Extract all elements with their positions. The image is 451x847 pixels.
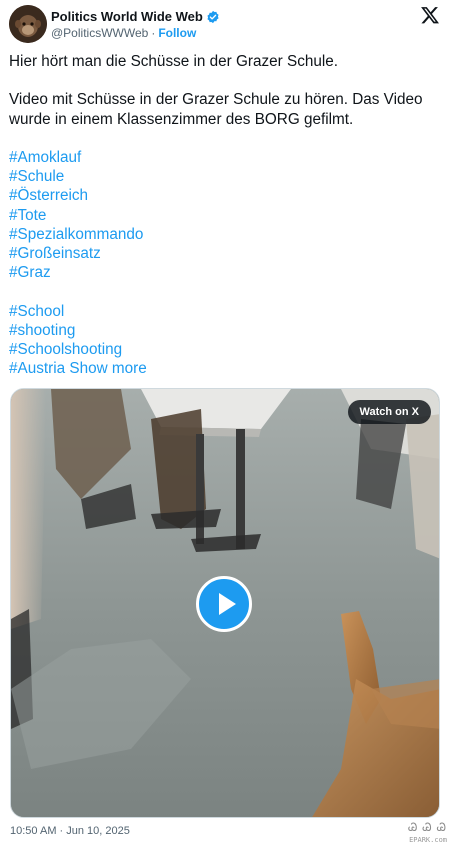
display-name[interactable]: Politics World Wide Web (51, 9, 203, 24)
tweet-header: Politics World Wide Web @PoliticsWWWeb ·… (9, 5, 442, 45)
watch-on-x-button[interactable]: Watch on X (347, 400, 431, 424)
hashtag-link[interactable]: #Tote (9, 206, 441, 225)
hashtag-link[interactable]: #Österreich (9, 186, 441, 205)
watermark-text: EPARK.com (409, 836, 447, 844)
watermark-glyphs: Ꮚ Ꮚ Ꮚ (408, 822, 447, 834)
hashtag-link[interactable]: #Großeinsatz (9, 244, 441, 263)
hashtag-link[interactable]: #Schoolshooting (9, 340, 441, 359)
tweet-text-line: Hier hört man die Schüsse in der Grazer … (9, 53, 339, 70)
play-button[interactable] (196, 576, 252, 632)
tweet-text-line: Video mit Schüsse in der Grazer Schule z… (9, 91, 423, 109)
hashtag-link[interactable]: #Austria (9, 360, 65, 377)
avatar-image (9, 5, 47, 43)
hashtag-link[interactable]: #Schule (9, 167, 441, 186)
hashtag-link[interactable]: #Spezialkommando (9, 225, 441, 244)
name-row: Politics World Wide Web (51, 9, 220, 24)
handle-separator: · (151, 26, 156, 40)
tweet-text: Hier hört man die Schüsse in der Grazer … (9, 52, 441, 378)
hashtag-link[interactable]: #Graz (9, 263, 441, 282)
tweet-card: Politics World Wide Web @PoliticsWWWeb ·… (0, 0, 451, 847)
handle[interactable]: @PoliticsWWWeb (51, 26, 148, 40)
last-hashtag-line: #Austria Show more (9, 359, 441, 378)
hashtag-link[interactable]: #shooting (9, 321, 441, 340)
verified-badge-icon (206, 10, 220, 24)
show-more-link[interactable]: Show more (69, 360, 146, 377)
hashtag-link[interactable]: #School (9, 302, 441, 321)
play-icon (219, 593, 236, 615)
handle-row: @PoliticsWWWeb · Follow (51, 26, 196, 40)
watermark: Ꮚ Ꮚ Ꮚ EPARK.com (389, 822, 447, 844)
x-logo-icon[interactable] (420, 5, 440, 25)
hashtag-link[interactable]: #Amoklauf (9, 148, 441, 167)
avatar[interactable] (9, 5, 47, 43)
follow-button[interactable]: Follow (158, 26, 196, 40)
video-player[interactable]: Watch on X (10, 388, 440, 818)
tweet-text-line: wurde in einem Klassenzimmer des BORG ge… (9, 110, 354, 128)
timestamp[interactable]: 10:50 AM · Jun 10, 2025 (10, 825, 130, 837)
